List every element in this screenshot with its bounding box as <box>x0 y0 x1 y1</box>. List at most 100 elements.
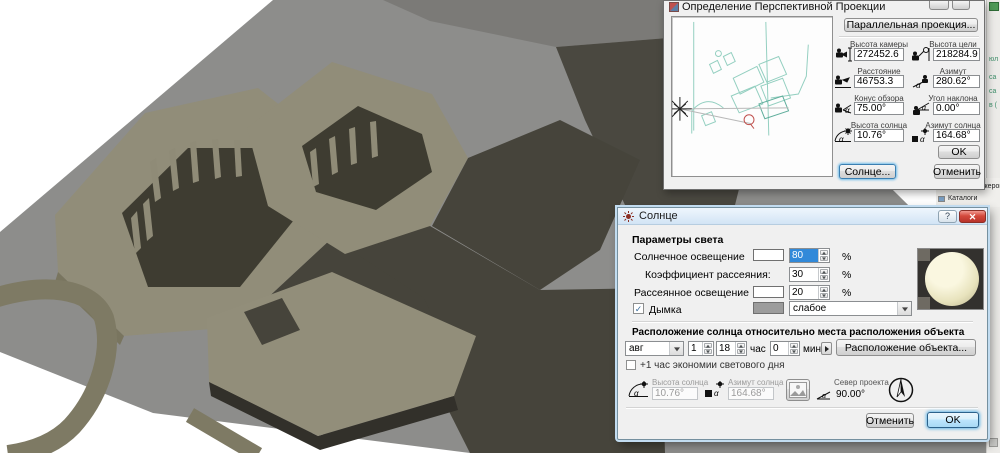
sun-light-spinner[interactable]: 80 <box>789 248 830 263</box>
ambient-label: Рассеянное освещение <box>634 287 749 299</box>
camera-height-icon <box>834 47 853 62</box>
light-params-title: Параметры света <box>632 234 723 246</box>
view-cone-field[interactable]: 75.00° <box>854 102 904 115</box>
ok-button[interactable]: OK <box>927 412 979 428</box>
sun-position-marker <box>671 97 692 121</box>
view-cone-icon: α <box>834 101 853 116</box>
distance-field[interactable]: 46753.3 <box>854 75 904 88</box>
panel-folder-icon <box>989 2 999 11</box>
parallel-projection-button[interactable]: Параллельная проекция... <box>844 18 978 32</box>
sun-altitude-field[interactable]: 10.76° <box>854 129 904 142</box>
minute-unit-label: мин <box>803 344 821 355</box>
ok-button[interactable]: OK <box>938 145 980 159</box>
scatter-label: Коэффициент рассеяния: <box>645 269 771 281</box>
tree-item[interactable]: Каталоги <box>948 195 977 202</box>
camera-target-marker <box>744 115 754 129</box>
ambient-color-swatch[interactable] <box>753 286 784 298</box>
cancel-button[interactable]: Отменить <box>934 164 980 179</box>
site-plan-outline-dark <box>759 96 789 119</box>
target-height-icon <box>911 47 931 62</box>
ambient-spinner[interactable]: 20 <box>789 285 830 300</box>
landscape-preview-button[interactable] <box>786 379 810 401</box>
sun-light-label: Солнечное освещение <box>634 251 745 263</box>
tree-item-icon <box>938 196 945 202</box>
sun-dialog: Солнце ? ✕ Параметры света Солнечное осв… <box>617 207 988 440</box>
minute-spinner[interactable]: 0 <box>770 341 800 356</box>
object-location-button[interactable]: Расположение объекта... <box>836 339 976 356</box>
tilt-angle-icon: α <box>911 101 931 116</box>
azimuth-field[interactable]: 280.62° <box>933 75 980 88</box>
sun-azimuth-label: Азимут солнца <box>728 378 783 387</box>
sun-altitude-value: 10.76° <box>652 387 698 400</box>
sun-dialog-icon <box>623 211 634 222</box>
svg-text:α: α <box>839 135 844 143</box>
sun-azimuth-field[interactable]: 164.68° <box>933 129 980 142</box>
hour-unit-label: час <box>750 344 766 355</box>
panel-bottom-icon <box>989 438 998 447</box>
sun-azimuth-value: 164.68° <box>728 387 774 400</box>
camera-height-field[interactable]: 272452.6 <box>854 48 904 61</box>
sun-azimuth-icon: α <box>704 381 726 398</box>
panel-text-fragment: са <box>989 74 996 81</box>
window-button-clipped[interactable] <box>952 1 970 10</box>
chevron-down-icon <box>897 302 911 315</box>
haze-strength-dropdown[interactable]: слабое <box>789 301 912 316</box>
sun-altitude-icon: α <box>628 381 650 398</box>
sun-altitude-label: Высота солнца <box>652 378 708 387</box>
spinner-arrows[interactable] <box>735 342 746 355</box>
north-value: 90.00° <box>836 389 865 400</box>
percent-sign: % <box>842 269 851 281</box>
close-icon[interactable]: ✕ <box>959 210 986 223</box>
month-dropdown[interactable]: авг <box>625 341 684 356</box>
target-height-field[interactable]: 218284.9 <box>933 48 980 61</box>
percent-sign: % <box>842 287 851 299</box>
svg-text:α: α <box>922 105 927 112</box>
projection-dialog-icon <box>669 2 679 12</box>
sun-dialog-title: Солнце <box>639 210 678 222</box>
help-button[interactable]: ? <box>938 210 957 223</box>
projection-dialog-title: Определение Перспективной Проекции <box>682 1 885 13</box>
plan-preview[interactable] <box>671 16 833 177</box>
haze-checkbox[interactable]: ✓ <box>633 303 644 314</box>
sun-position-title: Расположение солнца относительно места р… <box>632 327 964 338</box>
preview-sphere <box>925 252 979 306</box>
site-plan-lines <box>692 22 809 136</box>
svg-text:α: α <box>916 81 921 89</box>
svg-text:α: α <box>845 106 850 115</box>
sun-button[interactable]: Солнце... <box>839 164 896 179</box>
percent-sign: % <box>842 251 851 263</box>
cancel-button[interactable]: Отменить <box>866 413 914 428</box>
background-panel: юл са са в ( <box>986 0 1000 453</box>
divider <box>632 321 973 322</box>
window-button-clipped[interactable] <box>929 1 949 10</box>
hour-spinner[interactable]: 18 <box>716 341 747 356</box>
day-spinner[interactable]: 1 <box>688 341 714 356</box>
compass-icon <box>886 375 916 405</box>
spinner-arrows[interactable] <box>702 342 713 355</box>
panel-text-fragment: в ( <box>989 102 997 109</box>
sun-light-color-swatch[interactable] <box>753 249 784 261</box>
divider <box>626 407 978 408</box>
spinner-arrows[interactable] <box>818 249 829 262</box>
archicad-screen: { "icons": { "alpha": "α" }, "colors": {… <box>0 0 1000 453</box>
azimuth-icon: α <box>911 74 931 89</box>
chevron-down-icon <box>669 342 683 355</box>
divider <box>839 36 979 37</box>
distance-icon <box>834 74 853 89</box>
landscape-icon <box>789 382 807 398</box>
haze-color-swatch[interactable] <box>753 302 784 314</box>
play-button[interactable] <box>821 342 832 355</box>
sun-dialog-titlebar[interactable]: Солнце ? ✕ <box>618 208 987 225</box>
tilt-angle-field[interactable]: 0.00° <box>933 102 980 115</box>
spinner-arrows[interactable] <box>818 286 829 299</box>
spinner-arrows[interactable] <box>818 268 829 281</box>
sun-altitude-icon: α <box>834 128 853 143</box>
spinner-arrows[interactable] <box>788 342 799 355</box>
north-label: Север проекта <box>834 378 889 387</box>
daylight-saving-label: +1 час экономии светового дня <box>640 360 785 371</box>
scatter-spinner[interactable]: 30 <box>789 267 830 282</box>
daylight-saving-checkbox[interactable] <box>626 360 636 370</box>
panel-text-fragment: юл <box>989 56 998 63</box>
panel-text-fragment: са <box>989 88 996 95</box>
svg-text:α: α <box>634 389 639 398</box>
